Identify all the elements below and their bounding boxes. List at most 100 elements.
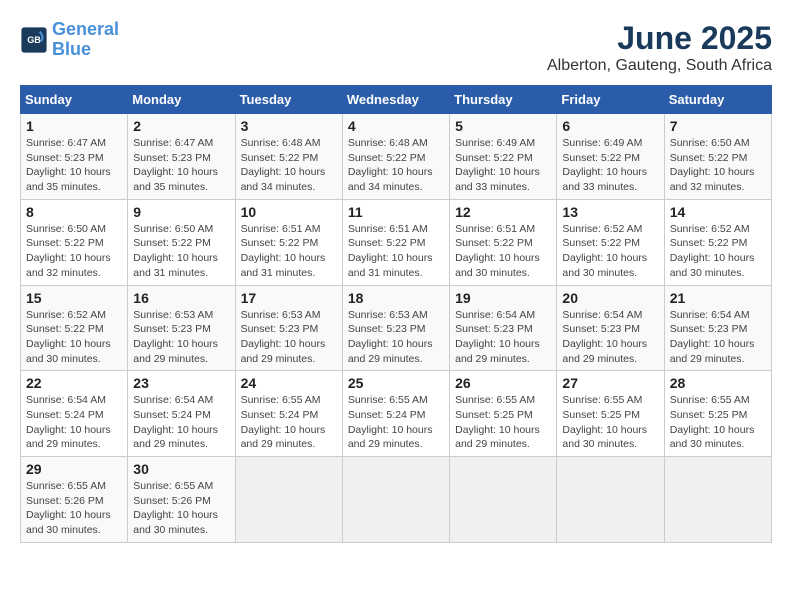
day-detail: Sunrise: 6:47 AMSunset: 5:23 PMDaylight:… xyxy=(26,137,111,193)
day-number: 30 xyxy=(133,461,229,477)
calendar-cell: 21 Sunrise: 6:54 AMSunset: 5:23 PMDaylig… xyxy=(664,285,771,371)
calendar-cell: 7 Sunrise: 6:50 AMSunset: 5:22 PMDayligh… xyxy=(664,114,771,200)
logo-line1: General xyxy=(52,19,119,39)
day-detail: Sunrise: 6:54 AMSunset: 5:23 PMDaylight:… xyxy=(670,309,755,365)
calendar-week-row: 1 Sunrise: 6:47 AMSunset: 5:23 PMDayligh… xyxy=(21,114,772,200)
day-detail: Sunrise: 6:54 AMSunset: 5:23 PMDaylight:… xyxy=(562,309,647,365)
calendar-cell: 23 Sunrise: 6:54 AMSunset: 5:24 PMDaylig… xyxy=(128,371,235,457)
calendar-cell: 14 Sunrise: 6:52 AMSunset: 5:22 PMDaylig… xyxy=(664,199,771,285)
day-detail: Sunrise: 6:50 AMSunset: 5:22 PMDaylight:… xyxy=(133,223,218,279)
day-detail: Sunrise: 6:48 AMSunset: 5:22 PMDaylight:… xyxy=(241,137,326,193)
calendar-cell xyxy=(235,457,342,543)
day-number: 4 xyxy=(348,118,444,134)
day-number: 23 xyxy=(133,375,229,391)
calendar-week-row: 29 Sunrise: 6:55 AMSunset: 5:26 PMDaylig… xyxy=(21,457,772,543)
calendar-cell: 11 Sunrise: 6:51 AMSunset: 5:22 PMDaylig… xyxy=(342,199,449,285)
day-number: 24 xyxy=(241,375,337,391)
weekday-header-saturday: Saturday xyxy=(664,86,771,114)
day-detail: Sunrise: 6:53 AMSunset: 5:23 PMDaylight:… xyxy=(241,309,326,365)
weekday-header-row: SundayMondayTuesdayWednesdayThursdayFrid… xyxy=(21,86,772,114)
calendar-cell: 28 Sunrise: 6:55 AMSunset: 5:25 PMDaylig… xyxy=(664,371,771,457)
day-number: 25 xyxy=(348,375,444,391)
day-number: 12 xyxy=(455,204,551,220)
day-number: 13 xyxy=(562,204,658,220)
day-number: 5 xyxy=(455,118,551,134)
calendar-cell: 13 Sunrise: 6:52 AMSunset: 5:22 PMDaylig… xyxy=(557,199,664,285)
day-detail: Sunrise: 6:55 AMSunset: 5:25 PMDaylight:… xyxy=(562,394,647,450)
calendar-cell: 5 Sunrise: 6:49 AMSunset: 5:22 PMDayligh… xyxy=(450,114,557,200)
day-detail: Sunrise: 6:51 AMSunset: 5:22 PMDaylight:… xyxy=(455,223,540,279)
day-detail: Sunrise: 6:55 AMSunset: 5:24 PMDaylight:… xyxy=(241,394,326,450)
logo-text: General Blue xyxy=(52,20,119,60)
calendar-week-row: 15 Sunrise: 6:52 AMSunset: 5:22 PMDaylig… xyxy=(21,285,772,371)
day-number: 2 xyxy=(133,118,229,134)
calendar-cell: 9 Sunrise: 6:50 AMSunset: 5:22 PMDayligh… xyxy=(128,199,235,285)
weekday-header-monday: Monday xyxy=(128,86,235,114)
day-number: 29 xyxy=(26,461,122,477)
calendar-cell: 19 Sunrise: 6:54 AMSunset: 5:23 PMDaylig… xyxy=(450,285,557,371)
day-number: 9 xyxy=(133,204,229,220)
day-detail: Sunrise: 6:55 AMSunset: 5:26 PMDaylight:… xyxy=(26,480,111,536)
calendar-week-row: 8 Sunrise: 6:50 AMSunset: 5:22 PMDayligh… xyxy=(21,199,772,285)
calendar-cell xyxy=(664,457,771,543)
location-title: Alberton, Gauteng, South Africa xyxy=(547,57,772,75)
calendar-cell: 26 Sunrise: 6:55 AMSunset: 5:25 PMDaylig… xyxy=(450,371,557,457)
day-detail: Sunrise: 6:52 AMSunset: 5:22 PMDaylight:… xyxy=(562,223,647,279)
weekday-header-wednesday: Wednesday xyxy=(342,86,449,114)
day-detail: Sunrise: 6:52 AMSunset: 5:22 PMDaylight:… xyxy=(26,309,111,365)
calendar-cell: 27 Sunrise: 6:55 AMSunset: 5:25 PMDaylig… xyxy=(557,371,664,457)
day-number: 1 xyxy=(26,118,122,134)
day-detail: Sunrise: 6:54 AMSunset: 5:24 PMDaylight:… xyxy=(26,394,111,450)
day-detail: Sunrise: 6:52 AMSunset: 5:22 PMDaylight:… xyxy=(670,223,755,279)
day-number: 10 xyxy=(241,204,337,220)
page-header: GB General Blue June 2025 Alberton, Gaut… xyxy=(20,20,772,75)
day-number: 27 xyxy=(562,375,658,391)
logo-icon: GB xyxy=(20,26,48,54)
day-detail: Sunrise: 6:49 AMSunset: 5:22 PMDaylight:… xyxy=(562,137,647,193)
day-detail: Sunrise: 6:49 AMSunset: 5:22 PMDaylight:… xyxy=(455,137,540,193)
day-number: 21 xyxy=(670,290,766,306)
day-detail: Sunrise: 6:54 AMSunset: 5:24 PMDaylight:… xyxy=(133,394,218,450)
weekday-header-sunday: Sunday xyxy=(21,86,128,114)
day-detail: Sunrise: 6:51 AMSunset: 5:22 PMDaylight:… xyxy=(348,223,433,279)
svg-text:GB: GB xyxy=(27,35,41,45)
day-detail: Sunrise: 6:53 AMSunset: 5:23 PMDaylight:… xyxy=(133,309,218,365)
calendar-cell: 16 Sunrise: 6:53 AMSunset: 5:23 PMDaylig… xyxy=(128,285,235,371)
day-number: 16 xyxy=(133,290,229,306)
day-detail: Sunrise: 6:55 AMSunset: 5:25 PMDaylight:… xyxy=(670,394,755,450)
month-title: June 2025 xyxy=(547,20,772,57)
calendar-cell: 24 Sunrise: 6:55 AMSunset: 5:24 PMDaylig… xyxy=(235,371,342,457)
calendar-cell xyxy=(342,457,449,543)
calendar-cell: 1 Sunrise: 6:47 AMSunset: 5:23 PMDayligh… xyxy=(21,114,128,200)
day-number: 14 xyxy=(670,204,766,220)
day-detail: Sunrise: 6:48 AMSunset: 5:22 PMDaylight:… xyxy=(348,137,433,193)
calendar-cell: 18 Sunrise: 6:53 AMSunset: 5:23 PMDaylig… xyxy=(342,285,449,371)
day-detail: Sunrise: 6:55 AMSunset: 5:24 PMDaylight:… xyxy=(348,394,433,450)
logo-line2: Blue xyxy=(52,39,91,59)
calendar-cell: 17 Sunrise: 6:53 AMSunset: 5:23 PMDaylig… xyxy=(235,285,342,371)
calendar-cell xyxy=(557,457,664,543)
day-number: 26 xyxy=(455,375,551,391)
day-number: 8 xyxy=(26,204,122,220)
calendar-cell: 12 Sunrise: 6:51 AMSunset: 5:22 PMDaylig… xyxy=(450,199,557,285)
calendar-cell: 20 Sunrise: 6:54 AMSunset: 5:23 PMDaylig… xyxy=(557,285,664,371)
day-detail: Sunrise: 6:50 AMSunset: 5:22 PMDaylight:… xyxy=(26,223,111,279)
day-number: 22 xyxy=(26,375,122,391)
calendar-cell: 4 Sunrise: 6:48 AMSunset: 5:22 PMDayligh… xyxy=(342,114,449,200)
day-number: 28 xyxy=(670,375,766,391)
calendar-cell: 15 Sunrise: 6:52 AMSunset: 5:22 PMDaylig… xyxy=(21,285,128,371)
day-number: 11 xyxy=(348,204,444,220)
calendar-table: SundayMondayTuesdayWednesdayThursdayFrid… xyxy=(20,85,772,543)
day-detail: Sunrise: 6:54 AMSunset: 5:23 PMDaylight:… xyxy=(455,309,540,365)
weekday-header-friday: Friday xyxy=(557,86,664,114)
day-detail: Sunrise: 6:53 AMSunset: 5:23 PMDaylight:… xyxy=(348,309,433,365)
day-number: 18 xyxy=(348,290,444,306)
weekday-header-tuesday: Tuesday xyxy=(235,86,342,114)
logo: GB General Blue xyxy=(20,20,119,60)
day-number: 6 xyxy=(562,118,658,134)
day-number: 15 xyxy=(26,290,122,306)
day-detail: Sunrise: 6:55 AMSunset: 5:25 PMDaylight:… xyxy=(455,394,540,450)
weekday-header-thursday: Thursday xyxy=(450,86,557,114)
day-number: 7 xyxy=(670,118,766,134)
day-number: 19 xyxy=(455,290,551,306)
